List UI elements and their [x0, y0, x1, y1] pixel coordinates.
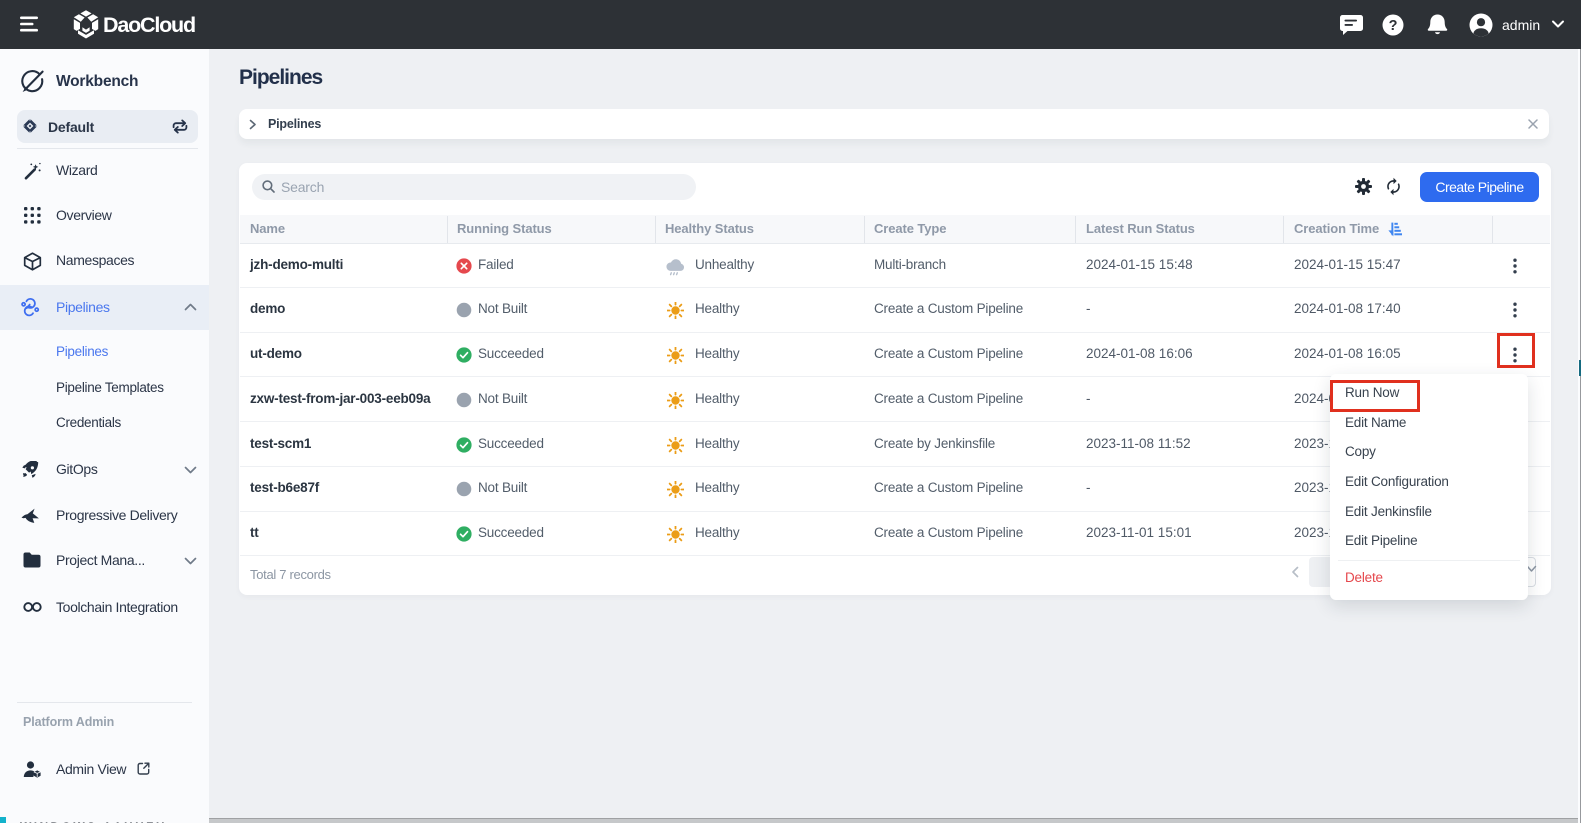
- svg-text:?: ?: [1389, 18, 1398, 34]
